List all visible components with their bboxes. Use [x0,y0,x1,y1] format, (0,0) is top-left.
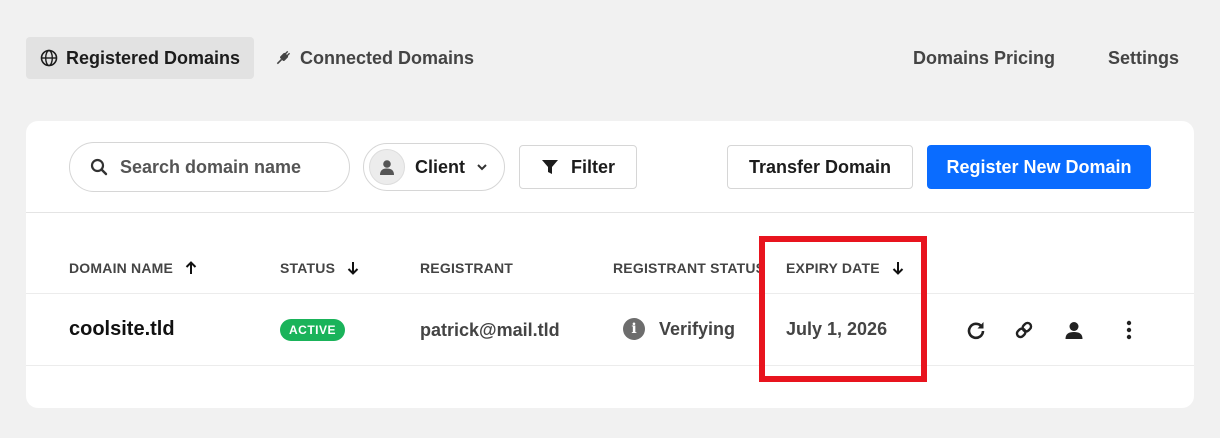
registrant-email: patrick@mail.tld [420,320,560,340]
transfer-domain-button[interactable]: Transfer Domain [727,145,913,189]
avatar [369,149,405,185]
table-row[interactable]: coolsite.tld ACTIVE patrick@mail.tld i V… [26,294,1194,366]
assign-user-button[interactable] [1062,318,1086,342]
registrant-status-label: Verifying [659,318,736,339]
info-icon: i [623,318,645,340]
domain-name[interactable]: coolsite.tld [69,318,175,341]
tab-registered-domains[interactable]: Registered Domains [26,37,255,79]
column-header-domain-name[interactable]: DOMAIN NAME [69,260,197,276]
link-icon [1015,321,1033,339]
filter-button[interactable]: Filter [519,145,637,189]
arrow-up-icon [185,261,197,274]
link-button[interactable] [1012,318,1036,342]
client-dropdown[interactable]: Client [363,143,505,191]
search-placeholder: Search domain name [120,156,302,177]
tab-connected-domains[interactable]: Connected Domains [260,37,488,79]
search-icon [90,158,108,176]
plug-icon [276,50,291,65]
user-icon [380,160,394,175]
refresh-icon [967,322,985,340]
filter-icon [541,160,558,174]
expiry-date-highlight [759,236,927,382]
table-header: DOMAIN NAME STATUS REGISTRANT REGISTRANT… [26,213,1194,294]
register-new-domain-button[interactable]: Register New Domain [927,145,1151,189]
refresh-button[interactable] [964,318,988,342]
tab-label: Connected Domains [300,47,475,68]
more-options-button[interactable] [1117,318,1141,342]
column-header-registrant-status[interactable]: REGISTRANT STATUS [613,260,765,276]
globe-icon [40,49,58,67]
client-label: Client [415,156,466,177]
tab-label: Registered Domains [66,47,241,68]
search-input[interactable]: Search domain name [69,142,350,192]
domains-pricing-link[interactable]: Domains Pricing [913,37,1055,79]
column-header-status[interactable]: STATUS [280,260,359,276]
settings-link[interactable]: Settings [1108,37,1179,79]
status-badge: ACTIVE [280,319,346,341]
toolbar: Search domain name Client Filter Transfe… [26,121,1194,213]
registrant-status: i Verifying [623,318,735,340]
domains-card: Search domain name Client Filter Transfe… [26,121,1194,408]
user-icon [1065,322,1083,339]
column-header-registrant[interactable]: REGISTRANT [420,260,513,276]
top-navigation: Registered Domains Connected Domains Dom… [0,0,1220,100]
filter-label: Filter [570,156,615,177]
chevron-down-icon [477,164,487,171]
arrow-down-icon [347,262,359,275]
more-icon [1126,320,1132,340]
